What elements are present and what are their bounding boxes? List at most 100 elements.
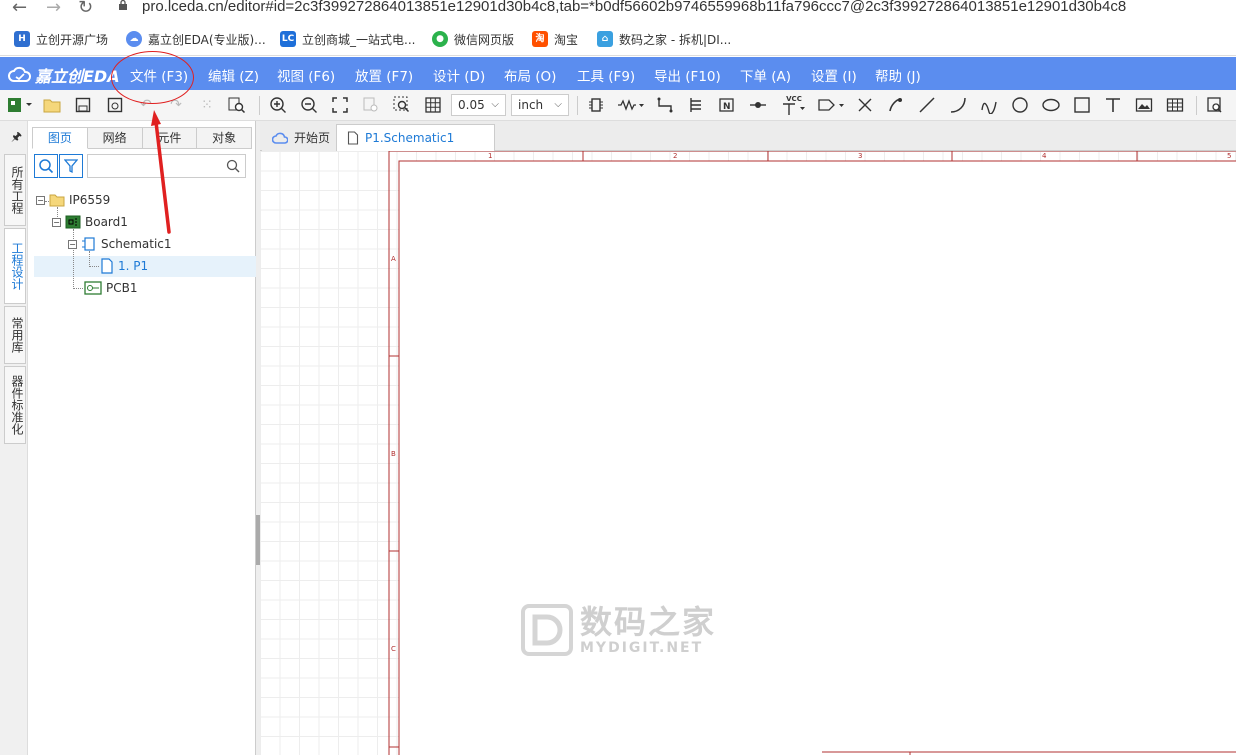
bookmark-item[interactable]: H 立创开源广场 [14,30,108,48]
side-tab-project-design[interactable]: 工程设计 [4,228,26,304]
zoom-selection-icon[interactable] [361,95,381,115]
grid-icon[interactable] [423,95,443,115]
filter-icon[interactable] [59,154,83,178]
new-project-icon[interactable] [6,95,34,115]
search-icon[interactable] [226,159,240,173]
forward-icon[interactable]: → [46,0,61,18]
save-icon[interactable] [73,95,93,115]
tree-node-pcb[interactable]: PCB1 [84,278,137,298]
wire-icon[interactable] [655,95,675,115]
tree-node-schematic[interactable]: − Schematic1 [68,234,172,254]
ellipse-icon[interactable] [1041,95,1061,115]
bookmark-item[interactable]: 淘 淘宝 [532,30,578,48]
vcc-label: VCC [786,95,802,103]
grid-size-value: 0.05 [458,98,485,112]
tab-nets[interactable]: 网络 [87,127,143,149]
bookmark-item[interactable]: ● 微信网页版 [432,30,514,48]
component-icon[interactable] [586,95,606,115]
reload-icon[interactable]: ↻ [78,0,93,18]
menu-tools[interactable]: 工具 (F9) [577,65,635,85]
menu-order[interactable]: 下单 (A) [740,65,791,85]
line-icon[interactable] [917,95,937,115]
rectangle-icon[interactable] [1072,95,1092,115]
tab-start-page[interactable]: 开始页 [262,124,341,151]
redo-icon[interactable]: ↷ [166,95,186,115]
bookmark-item[interactable]: LC 立创商城_一站式电... [280,30,415,48]
svg-text:N: N [723,102,731,112]
resistor-icon[interactable] [617,95,647,115]
sheet-column-label: 1 [488,152,493,160]
menu-design[interactable]: 设计 (D) [433,65,485,85]
sheet-row-label: C [391,645,396,653]
bookmark-label: 微信网页版 [454,32,515,47]
open-folder-icon[interactable] [42,95,62,115]
menu-help[interactable]: 帮助 (J) [875,65,921,85]
circle-icon[interactable] [1010,95,1030,115]
sheet-row-label: B [391,450,396,458]
tree-node-page[interactable]: 1. P1 [100,256,148,276]
vcc-icon[interactable]: VCC [779,95,809,115]
tab-schematic-page[interactable]: P1.Schematic1 [336,124,495,151]
app-logo: 嘉立创EDA [8,63,120,87]
arc-icon[interactable] [948,95,968,115]
collapse-icon[interactable]: − [68,239,77,249]
search-icon[interactable] [34,154,58,178]
bus-icon[interactable] [686,95,706,115]
bookmark-icon: ☁ [126,31,142,47]
pin-icon[interactable]: 🖈 [4,125,26,149]
bookmark-label: 淘宝 [554,32,579,47]
sheet-column-label: 2 [673,152,678,160]
menu-settings[interactable]: 设置 (I) [811,65,857,85]
menu-layout[interactable]: 布局 (O) [504,65,556,85]
search-input[interactable] [87,154,246,178]
design-check-icon[interactable] [1205,95,1225,115]
menu-place[interactable]: 放置 (F7) [355,65,413,85]
unit-select[interactable]: inch ⌵ [511,94,569,116]
toolbar-separator [1196,96,1197,115]
chevron-down-icon: ⌵ [554,99,562,110]
tree-node-board[interactable]: − Board1 [52,212,128,232]
probe-icon[interactable] [886,95,906,115]
tab-objects[interactable]: 对象 [197,127,252,149]
table-icon[interactable] [1165,95,1185,115]
lock-icon [119,0,127,10]
menu-file[interactable]: 文件 (F3) [130,65,188,85]
net-port-icon[interactable] [748,95,768,115]
zoom-area-icon[interactable] [392,95,412,115]
back-icon[interactable]: ← [12,0,27,18]
net-flag-icon[interactable] [817,95,847,115]
panel-search-row [34,154,246,178]
bezier-icon[interactable] [979,95,999,115]
collapse-icon[interactable]: − [52,217,61,227]
save-as-icon[interactable] [105,95,125,115]
menu-export[interactable]: 导出 (F10) [654,65,721,85]
menu-edit[interactable]: 编辑 (Z) [208,65,259,85]
image-icon[interactable] [1134,95,1154,115]
no-connect-icon[interactable] [855,95,875,115]
side-tab-all-projects[interactable]: 所有工程 [4,154,26,226]
tab-components[interactable]: 元件 [142,127,198,149]
tree-node-project[interactable]: − IP6559 [36,190,110,210]
group-icon[interactable]: ⁙ [197,95,217,115]
menu-view[interactable]: 视图 (F6) [277,65,335,85]
text-icon[interactable] [1103,95,1123,115]
collapse-icon[interactable]: − [36,195,45,205]
zoom-out-icon[interactable] [299,95,319,115]
pcb-icon [84,281,102,295]
tree-node-label: 1. P1 [118,259,149,273]
side-tab-device-standardization[interactable]: 器件标准化 [4,366,26,444]
schematic-canvas[interactable]: 1 2 3 4 5 A B C [260,151,1236,755]
side-tab-common-library[interactable]: 常用库 [4,306,26,364]
tab-pages[interactable]: 图页 [32,127,88,149]
fit-view-icon[interactable] [330,95,350,115]
net-label-icon[interactable]: N [717,95,737,115]
url-field[interactable]: pro.lceda.cn/editor#id=2c3f3992728640138… [142,0,1126,15]
find-icon[interactable] [227,95,247,115]
bookmark-item[interactable]: ☁ 嘉立创EDA(专业版)... [126,30,266,48]
undo-icon[interactable]: ↶ [136,95,156,115]
bookmark-icon: ⌂ [597,31,613,47]
zoom-in-icon[interactable] [268,95,288,115]
bookmark-item[interactable]: ⌂ 数码之家 - 拆机|DI... [597,30,731,48]
grid-size-select[interactable]: 0.05 ⌵ [451,94,506,116]
sheet-row-label: A [391,255,396,263]
